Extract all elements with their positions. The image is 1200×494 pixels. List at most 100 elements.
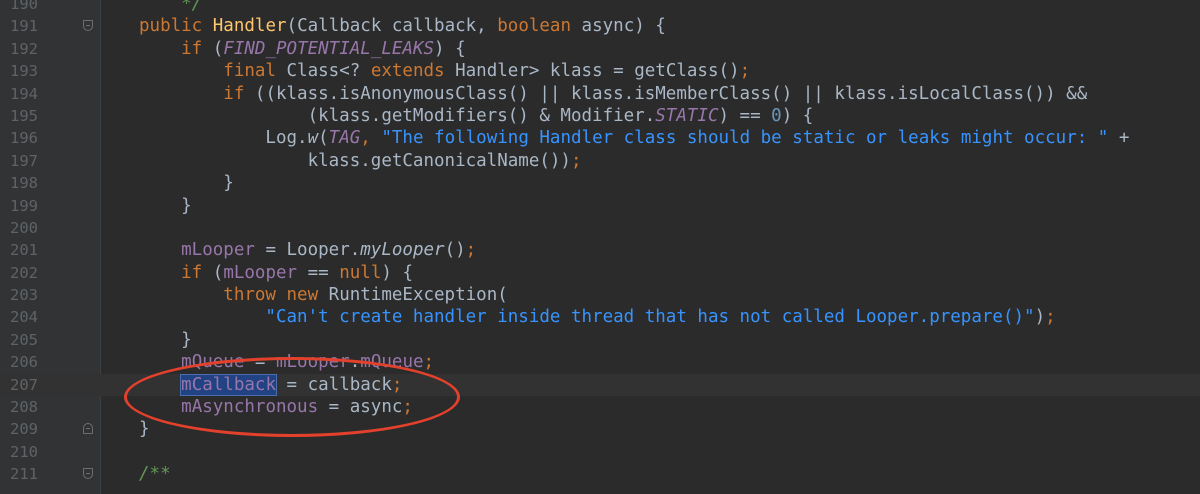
selected-identifier: mCallback bbox=[180, 373, 277, 396]
code-token: Log. bbox=[139, 128, 308, 149]
code-line[interactable]: 199 } bbox=[0, 195, 1200, 217]
code-line[interactable]: 191 public Handler(Callback callback, boo… bbox=[0, 15, 1200, 37]
line-number: 204 bbox=[10, 308, 38, 327]
code-text: mLooper = Looper.myLooper(); bbox=[139, 239, 476, 261]
code-text: */ bbox=[139, 0, 202, 15]
code-token: . bbox=[349, 352, 361, 373]
code-line[interactable]: 203 throw new RuntimeException( bbox=[0, 284, 1200, 306]
code-line[interactable]: 202 if (mLooper == null) { bbox=[0, 262, 1200, 284]
code-text: klass.getCanonicalName()); bbox=[139, 150, 582, 172]
code-token: ; bbox=[1045, 307, 1056, 328]
code-token: final bbox=[139, 61, 287, 82]
line-number: 201 bbox=[10, 241, 38, 260]
line-number: 197 bbox=[10, 151, 38, 170]
code-text: mQueue = mLooper.mQueue; bbox=[139, 351, 434, 373]
code-token: ; bbox=[402, 397, 413, 418]
code-token: } bbox=[139, 195, 192, 216]
code-token: FIND_POTENTIAL_LEAKS bbox=[223, 38, 435, 59]
code-token: STATIC bbox=[655, 105, 719, 126]
code-text: "Can't create handler inside thread that… bbox=[139, 306, 1056, 328]
code-token: (Callback callback, bbox=[286, 16, 498, 37]
code-token: Class<? bbox=[286, 61, 371, 82]
code-line[interactable]: 201 mLooper = Looper.myLooper(); bbox=[0, 239, 1200, 261]
line-number: 200 bbox=[10, 218, 38, 237]
code-token: RuntimeException( bbox=[328, 285, 508, 306]
line-number: 208 bbox=[10, 398, 38, 417]
line-number: 207 bbox=[10, 375, 38, 394]
code-token: ; bbox=[570, 150, 582, 171]
code-token: w bbox=[307, 128, 319, 149]
code-text: } bbox=[139, 195, 192, 217]
code-token: if bbox=[139, 83, 255, 104]
line-number: 198 bbox=[10, 174, 38, 193]
code-line[interactable]: 200 bbox=[0, 217, 1200, 239]
code-token: Handler> klass = getClass() bbox=[455, 61, 740, 82]
code-lines: 190 */ 191 public Handler(Callback callbac… bbox=[0, 0, 1200, 486]
code-token: () bbox=[444, 240, 466, 261]
code-token: ; bbox=[391, 374, 403, 395]
code-token: } bbox=[139, 419, 150, 440]
code-line[interactable]: 209} bbox=[0, 418, 1200, 440]
code-token: , bbox=[360, 128, 382, 149]
code-token: ; bbox=[465, 240, 477, 261]
line-number: 192 bbox=[10, 39, 38, 58]
code-text: if (FIND_POTENTIAL_LEAKS) { bbox=[139, 38, 466, 60]
code-token: klass.getCanonicalName()) bbox=[139, 150, 571, 171]
code-token: "The following Handler class should be s… bbox=[381, 128, 1109, 149]
fold-toggle-icon[interactable] bbox=[83, 20, 93, 32]
line-number: 211 bbox=[10, 465, 38, 484]
code-token: ( bbox=[212, 38, 224, 59]
code-token: mLooper bbox=[223, 262, 298, 283]
code-token: ) { bbox=[434, 38, 466, 59]
code-line[interactable]: 194 if ((klass.isAnonymousClass() || kla… bbox=[0, 83, 1200, 105]
code-line[interactable]: 210 bbox=[0, 441, 1200, 463]
line-number: 196 bbox=[10, 129, 38, 148]
code-line[interactable]: 211 /** bbox=[0, 463, 1200, 485]
code-line[interactable]: 192 if (FIND_POTENTIAL_LEAKS) { bbox=[0, 38, 1200, 60]
code-text: mCallback = callback; bbox=[139, 373, 403, 396]
line-number: 194 bbox=[10, 84, 38, 103]
code-token: (klass.getModifiers() & Modifier. bbox=[139, 105, 656, 126]
code-line[interactable]: 204 "Can't create handler inside thread … bbox=[0, 306, 1200, 328]
code-line[interactable]: 190 */ bbox=[0, 0, 1200, 15]
code-line[interactable]: 206 mQueue = mLooper.mQueue; bbox=[0, 351, 1200, 373]
code-token: ( bbox=[318, 128, 329, 149]
code-text: /** bbox=[139, 463, 171, 485]
code-token: = Looper. bbox=[254, 240, 361, 261]
code-line[interactable]: 208 mAsynchronous = async; bbox=[0, 396, 1200, 418]
code-line[interactable]: 195 (klass.getModifiers() & Modifier.STA… bbox=[0, 105, 1200, 127]
line-number: 209 bbox=[10, 420, 38, 439]
code-token: public bbox=[139, 16, 213, 37]
code-token: ) { bbox=[781, 105, 814, 126]
code-line[interactable]: 193 final Class<? extends Handler> klass… bbox=[0, 60, 1200, 82]
fold-toggle-icon[interactable] bbox=[83, 423, 93, 435]
line-number: 206 bbox=[10, 353, 38, 372]
code-line[interactable]: 207 mCallback = callback; bbox=[0, 373, 1200, 397]
line-number: 210 bbox=[10, 442, 38, 461]
code-line[interactable]: 205 } bbox=[0, 329, 1200, 351]
code-token: /** bbox=[139, 464, 171, 485]
line-number: 199 bbox=[10, 196, 38, 215]
line-number: 205 bbox=[10, 330, 38, 349]
code-text: final Class<? extends Handler> klass = g… bbox=[139, 60, 750, 82]
code-token: Handler bbox=[212, 16, 287, 37]
code-text: Log.w(TAG, "The following Handler class … bbox=[139, 127, 1129, 149]
code-text: if ((klass.isAnonymousClass() || klass.i… bbox=[139, 83, 1087, 105]
line-number: 202 bbox=[10, 263, 38, 282]
fold-toggle-icon[interactable] bbox=[83, 468, 93, 480]
code-editor[interactable]: 190 */ 191 public Handler(Callback callbac… bbox=[0, 0, 1200, 494]
code-line[interactable]: 197 klass.getCanonicalName()); bbox=[0, 150, 1200, 172]
code-line[interactable]: 196 Log.w(TAG, "The following Handler cl… bbox=[0, 127, 1200, 149]
code-token: if bbox=[139, 262, 213, 283]
code-line[interactable]: 198 } bbox=[0, 172, 1200, 194]
code-token: 0 bbox=[771, 105, 782, 126]
code-token: "Can't create handler inside thread that… bbox=[139, 307, 1035, 328]
code-token: null bbox=[339, 262, 382, 283]
code-text: } bbox=[139, 418, 150, 440]
code-text: } bbox=[139, 172, 234, 194]
code-text: } bbox=[139, 329, 192, 351]
code-token: if bbox=[139, 38, 213, 59]
code-token: } bbox=[139, 173, 234, 194]
code-token: ; bbox=[739, 61, 751, 82]
